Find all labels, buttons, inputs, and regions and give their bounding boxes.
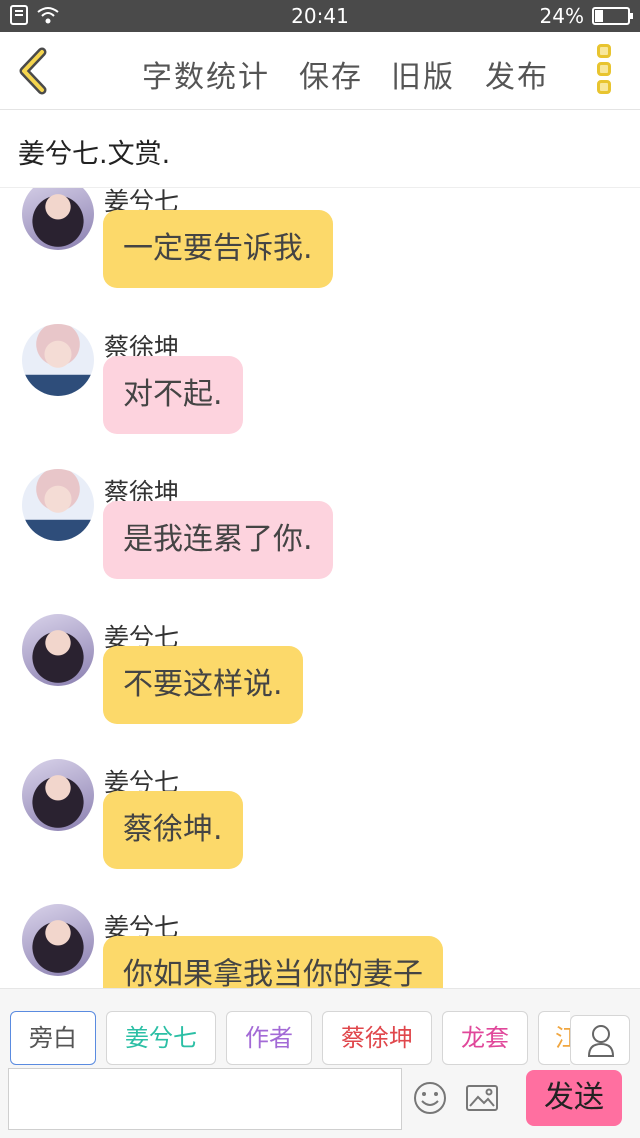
message-bubble[interactable]: 你如果拿我当你的妻子: [103, 936, 443, 988]
chat-list[interactable]: 姜兮七 一定要告诉我. 蔡徐坤 对不起. 蔡徐坤 是我连累了你. 姜兮七 不要这…: [0, 188, 640, 988]
role-chip-jiang[interactable]: 江: [538, 1011, 570, 1065]
user-icon: [587, 1025, 615, 1057]
role-chip-jiang-xiqi[interactable]: 姜兮七: [106, 1011, 216, 1065]
avatar[interactable]: [22, 324, 94, 396]
editor-toolbar: 字数统计 保存 旧版 发布: [0, 32, 640, 110]
role-chip-narration[interactable]: 旁白: [10, 1011, 96, 1065]
battery-icon: [592, 7, 633, 25]
more-dot-icon: [597, 44, 611, 58]
avatar[interactable]: [22, 188, 94, 250]
story-title-bar[interactable]: 姜兮七.文赏.: [0, 110, 640, 188]
battery-fill: [595, 10, 603, 22]
image-icon: [466, 1085, 498, 1111]
role-selector: 旁白 姜兮七 作者 蔡徐坤 龙套 江: [0, 988, 640, 1068]
old-version-button[interactable]: 旧版: [391, 52, 455, 96]
chat-message[interactable]: 姜兮七 你如果拿我当你的妻子: [0, 904, 640, 988]
compose-bar: 发送: [0, 1068, 640, 1138]
chat-message[interactable]: 姜兮七 不要这样说.: [0, 614, 640, 754]
image-button[interactable]: [464, 1080, 500, 1116]
battery-percent: 24%: [539, 4, 584, 28]
save-button[interactable]: 保存: [299, 52, 363, 96]
message-input[interactable]: [8, 1068, 402, 1130]
message-bubble[interactable]: 蔡徐坤.: [103, 791, 243, 869]
more-dot-icon: [597, 62, 611, 76]
story-title: 姜兮七.文赏.: [18, 139, 171, 170]
message-bubble[interactable]: 是我连累了你.: [103, 501, 333, 579]
role-chip-author[interactable]: 作者: [226, 1011, 312, 1065]
back-button[interactable]: [12, 46, 56, 96]
smiley-icon: [414, 1082, 446, 1114]
chat-message[interactable]: 姜兮七 一定要告诉我.: [0, 188, 640, 318]
avatar[interactable]: [22, 614, 94, 686]
chevron-left-icon: [19, 47, 47, 95]
more-menu-button[interactable]: [590, 44, 618, 98]
status-icons-right: 24%: [539, 4, 633, 28]
more-dot-icon: [597, 80, 611, 94]
chat-message[interactable]: 蔡徐坤 对不起.: [0, 324, 640, 464]
message-bubble[interactable]: 对不起.: [103, 356, 243, 434]
role-chip-cai-xukun[interactable]: 蔡徐坤: [322, 1011, 432, 1065]
avatar[interactable]: [22, 759, 94, 831]
emoji-button[interactable]: [412, 1080, 448, 1116]
message-bubble[interactable]: 一定要告诉我.: [103, 210, 333, 288]
message-bubble[interactable]: 不要这样说.: [103, 646, 303, 724]
word-count-button[interactable]: 字数统计: [142, 52, 270, 96]
avatar[interactable]: [22, 469, 94, 541]
role-chip-scroller[interactable]: 旁白 姜兮七 作者 蔡徐坤 龙套 江: [0, 989, 570, 1069]
chat-message[interactable]: 姜兮七 蔡徐坤.: [0, 759, 640, 899]
role-chip-extra[interactable]: 龙套: [442, 1011, 528, 1065]
send-button[interactable]: 发送: [526, 1070, 622, 1126]
avatar[interactable]: [22, 904, 94, 976]
add-role-button[interactable]: [570, 1015, 630, 1065]
chat-message[interactable]: 蔡徐坤 是我连累了你.: [0, 469, 640, 609]
publish-button[interactable]: 发布: [485, 52, 549, 96]
status-bar: 20:41 24%: [0, 0, 640, 32]
